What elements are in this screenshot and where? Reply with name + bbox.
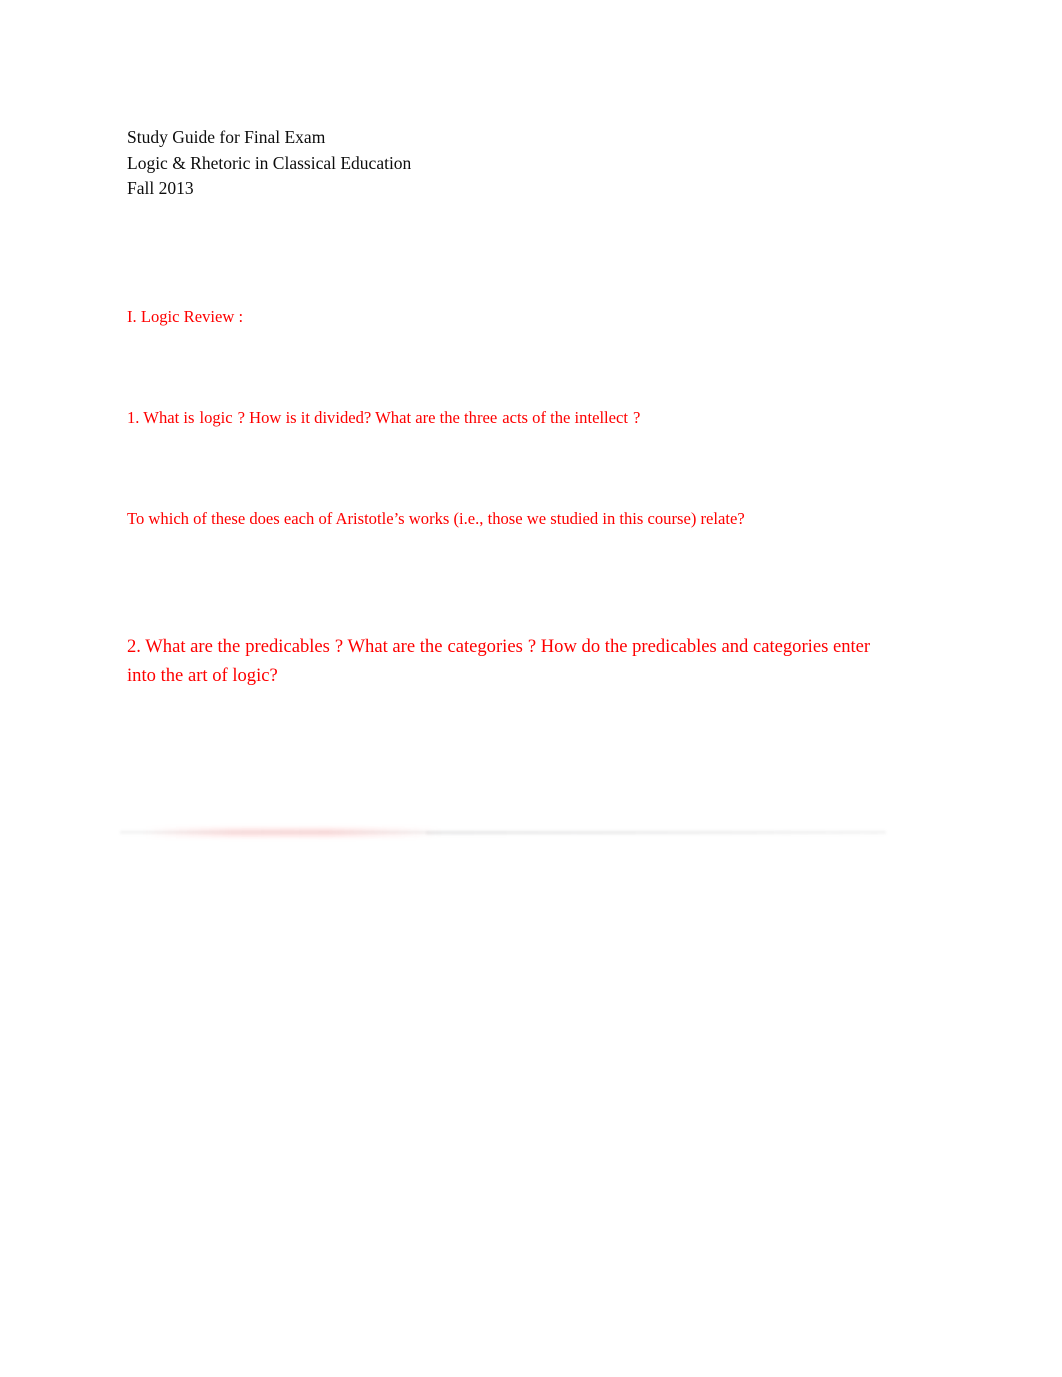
document-header: Study Guide for Final Exam Logic & Rheto… — [127, 125, 927, 202]
document-page: Study Guide for Final Exam Logic & Rheto… — [0, 0, 1062, 1377]
course-name: Logic & Rhetoric in Classical Education — [127, 152, 412, 173]
artifact-red-streak — [142, 828, 442, 837]
page-title: Study Guide for Final Exam — [127, 127, 326, 147]
answer-space-question-1 — [127, 312, 887, 568]
term-label: Fall 2013 — [127, 178, 194, 199]
answer-space-question-2 — [127, 640, 887, 820]
artifact-gray-tail — [426, 831, 886, 835]
artifact-gray-streak — [120, 830, 886, 835]
page-boundary-artifact — [120, 824, 886, 840]
